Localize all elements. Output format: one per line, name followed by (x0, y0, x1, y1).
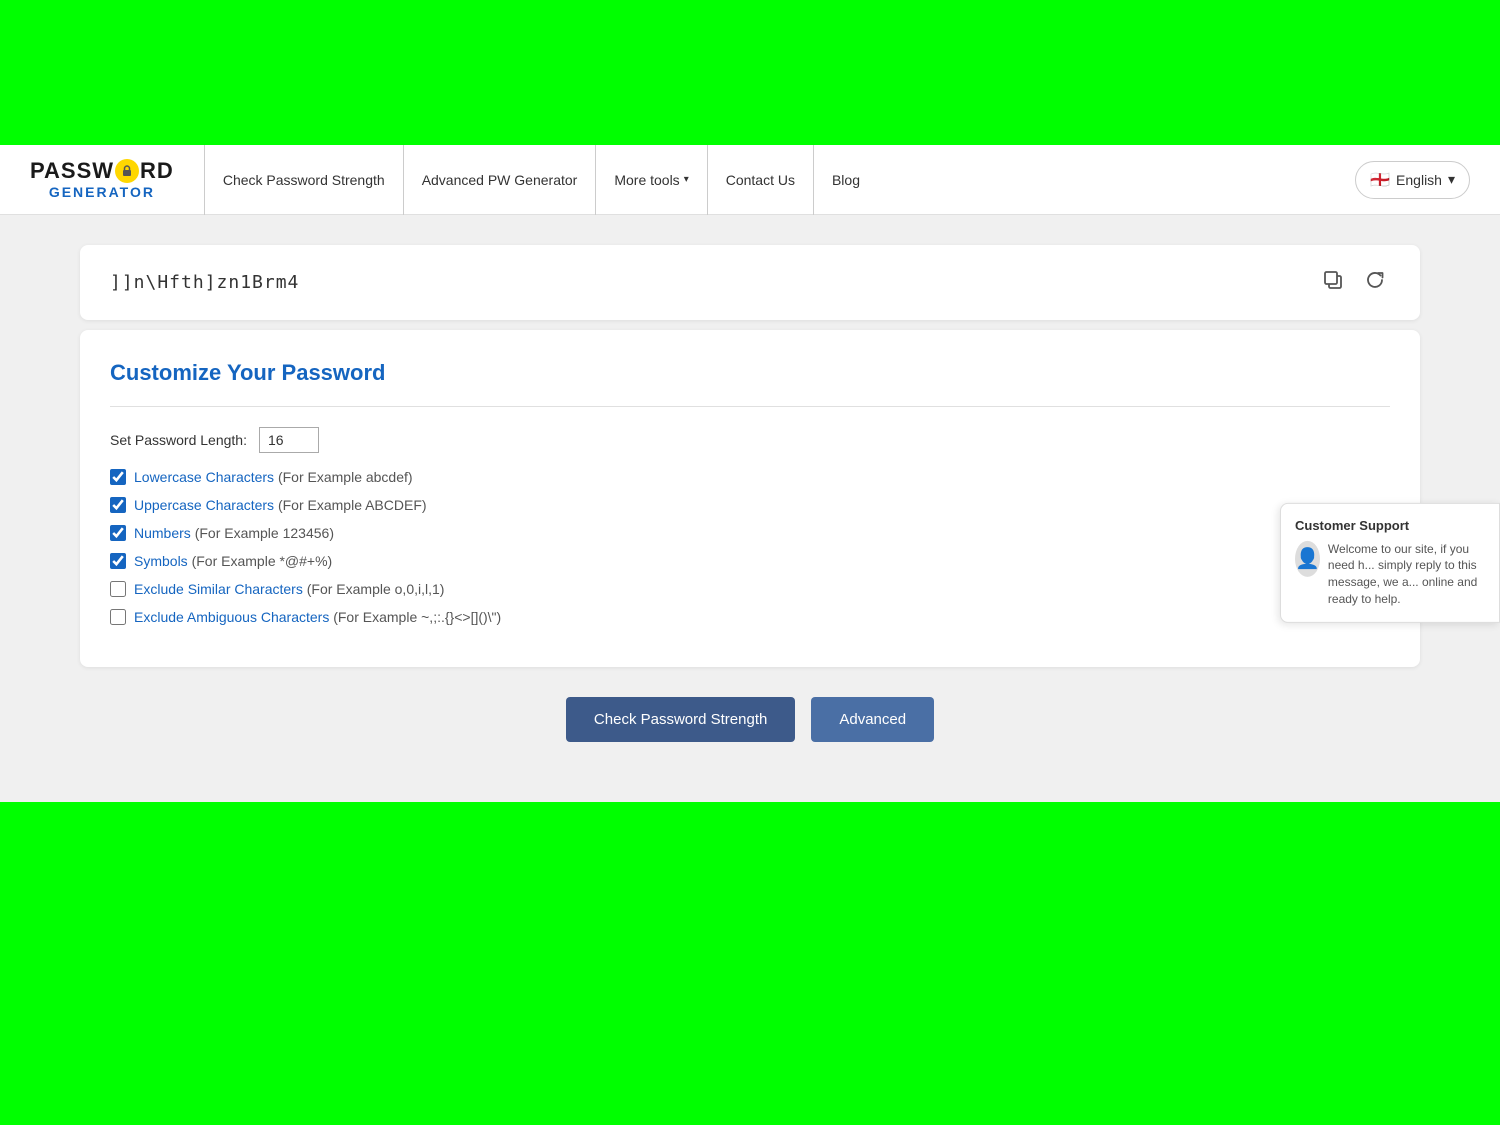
logo-rd-text: RD (140, 158, 174, 184)
checkbox-numbers-label[interactable]: Numbers (For Example 123456) (134, 525, 334, 541)
nav-advanced-pw-generator[interactable]: Advanced PW Generator (404, 145, 597, 215)
buttons-row: Check Password Strength Advanced (80, 697, 1420, 742)
checkbox-lowercase-input[interactable] (110, 469, 126, 485)
checkbox-uppercase-label[interactable]: Uppercase Characters (For Example ABCDEF… (134, 497, 427, 513)
page-body: ]]n\Hfth]zn1Brm4 Customize Your (0, 215, 1500, 802)
refresh-icon (1364, 269, 1386, 291)
support-title: Customer Support (1295, 517, 1485, 532)
language-selector[interactable]: 🏴󠁧󠁢󠁥󠁮󠁧󠁿 English ▾ (1355, 161, 1470, 199)
bottom-green-bar (0, 802, 1500, 952)
password-actions (1318, 265, 1390, 300)
logo-line1: PASSW RD (30, 158, 174, 184)
checkbox-exclude-similar-label[interactable]: Exclude Similar Characters (For Example … (134, 581, 444, 597)
checkbox-numbers: Numbers (For Example 123456) (110, 525, 1390, 541)
support-avatar: 👤 (1295, 540, 1320, 576)
support-row: 👤 Welcome to our site, if you need h... … (1295, 540, 1485, 607)
nav-more-tools[interactable]: More tools ▾ (596, 145, 707, 215)
logo-line2: GENERATOR (49, 184, 155, 202)
logo-pass-text: PASSW (30, 158, 114, 184)
refresh-button[interactable] (1360, 265, 1390, 300)
nav-links: Check Password Strength Advanced PW Gene… (204, 145, 1355, 215)
length-label: Set Password Length: (110, 432, 247, 448)
checkbox-exclude-ambiguous-label[interactable]: Exclude Ambiguous Characters (For Exampl… (134, 609, 501, 625)
flag-icon: 🏴󠁧󠁢󠁥󠁮󠁧󠁿 (1370, 170, 1390, 190)
customize-card: Customize Your Password Set Password Len… (80, 330, 1420, 667)
checkbox-numbers-input[interactable] (110, 525, 126, 541)
top-green-bar (0, 0, 1500, 145)
copy-button[interactable] (1318, 265, 1348, 300)
checkbox-lowercase: Lowercase Characters (For Example abcdef… (110, 469, 1390, 485)
main-content-area: PASSW RD GENERATOR Check Password Streng… (0, 145, 1500, 802)
check-password-strength-button[interactable]: Check Password Strength (566, 697, 795, 742)
checkbox-exclude-ambiguous-input[interactable] (110, 609, 126, 625)
navbar: PASSW RD GENERATOR Check Password Streng… (0, 145, 1500, 215)
checkbox-lowercase-label[interactable]: Lowercase Characters (For Example abcdef… (134, 469, 413, 485)
copy-icon (1322, 269, 1344, 291)
more-tools-dropdown-arrow: ▾ (684, 174, 689, 185)
checkbox-exclude-ambiguous: Exclude Ambiguous Characters (For Exampl… (110, 609, 1390, 625)
length-input[interactable] (259, 427, 319, 453)
logo[interactable]: PASSW RD GENERATOR (30, 158, 174, 202)
support-text: Welcome to our site, if you need h... si… (1328, 540, 1485, 607)
length-row: Set Password Length: (110, 427, 1390, 453)
nav-check-password-strength[interactable]: Check Password Strength (204, 145, 404, 215)
divider (110, 406, 1390, 407)
language-label: English (1396, 172, 1442, 188)
checkbox-exclude-similar: Exclude Similar Characters (For Example … (110, 581, 1390, 597)
checkbox-symbols-label[interactable]: Symbols (For Example *@#+%) (134, 553, 332, 569)
nav-blog[interactable]: Blog (814, 145, 878, 215)
password-value: ]]n\Hfth]zn1Brm4 (110, 272, 299, 293)
checkbox-uppercase: Uppercase Characters (For Example ABCDEF… (110, 497, 1390, 513)
nav-contact-us[interactable]: Contact Us (708, 145, 814, 215)
lock-svg (120, 164, 134, 178)
language-dropdown-arrow: ▾ (1448, 171, 1455, 188)
checkbox-uppercase-input[interactable] (110, 497, 126, 513)
checkbox-exclude-similar-input[interactable] (110, 581, 126, 597)
checkbox-symbols: Symbols (For Example *@#+%) (110, 553, 1390, 569)
lock-icon (115, 159, 139, 183)
nav-right: 🏴󠁧󠁢󠁥󠁮󠁧󠁿 English ▾ (1355, 161, 1470, 199)
checkbox-symbols-input[interactable] (110, 553, 126, 569)
advanced-button[interactable]: Advanced (811, 697, 934, 742)
password-display-card: ]]n\Hfth]zn1Brm4 (80, 245, 1420, 320)
customer-support-widget: Customer Support 👤 Welcome to our site, … (1280, 502, 1500, 622)
customize-title: Customize Your Password (110, 360, 1390, 386)
